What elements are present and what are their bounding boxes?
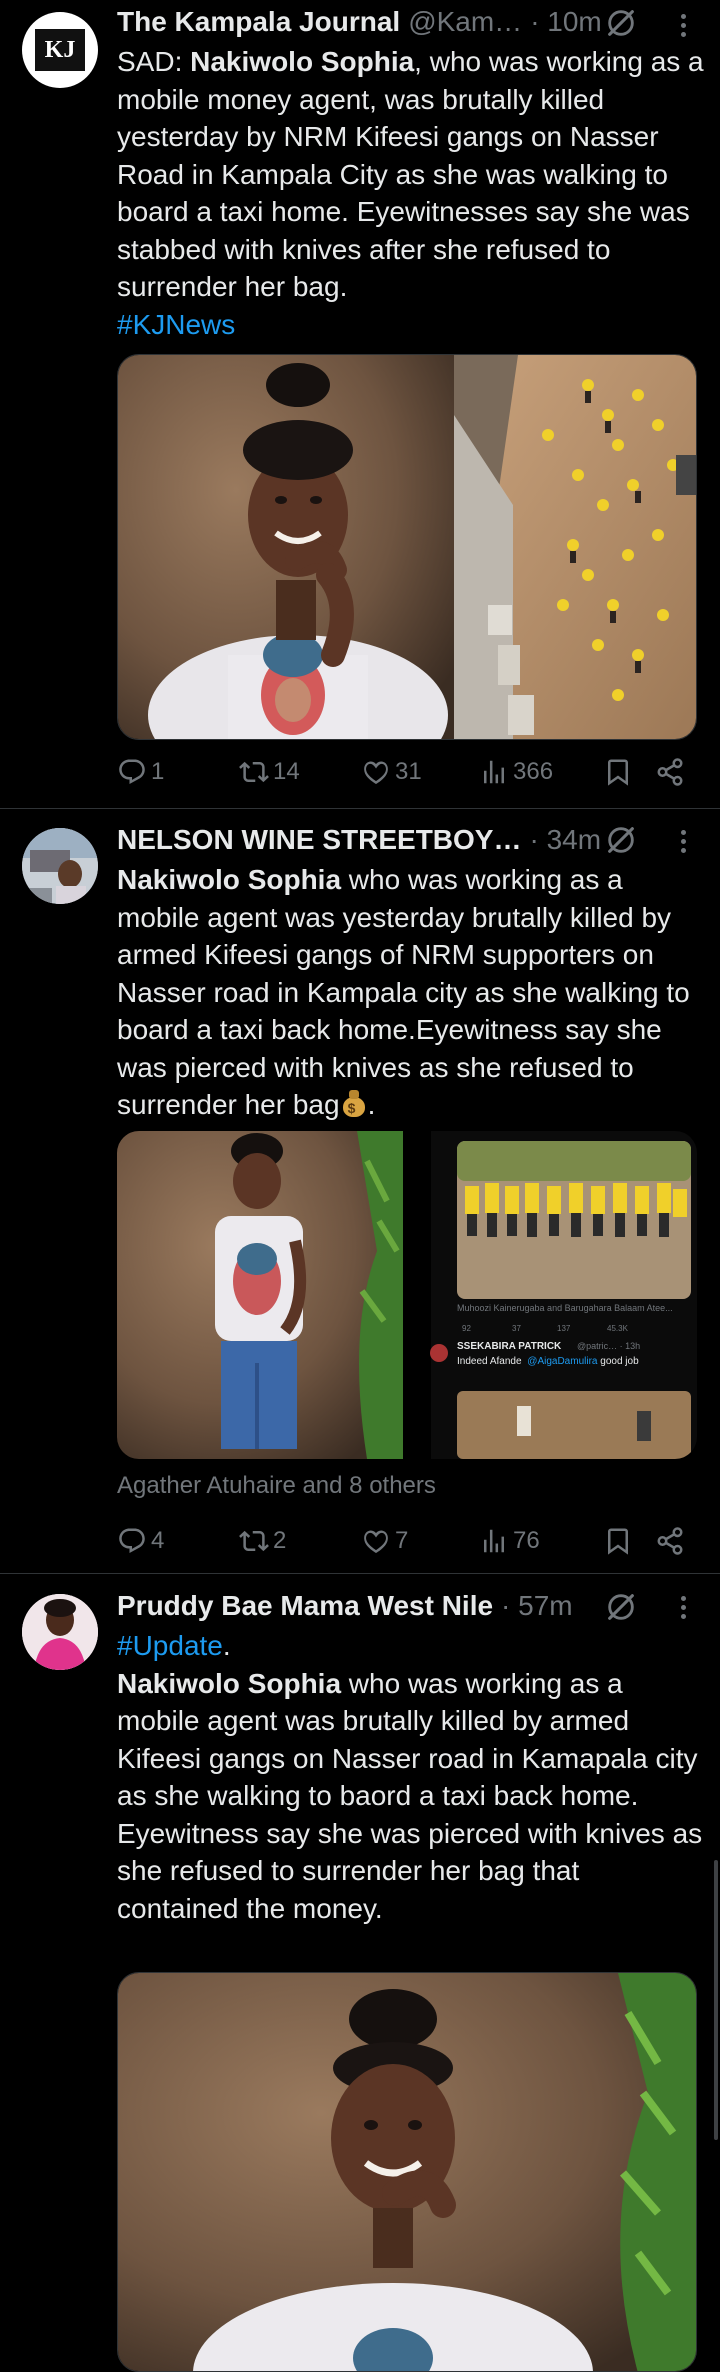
avatar[interactable]: KJ [22, 12, 98, 88]
more-options-icon[interactable] [668, 8, 698, 42]
embedded-stat: 92 [462, 1324, 471, 1333]
embedded-reply-handle: @patric… · 13h [577, 1341, 640, 1351]
tweet-media[interactable]: Muhoozi Kainerugaba and Barugahara Balaa… [117, 1131, 697, 1459]
heart-icon [361, 1526, 391, 1556]
street-crowd-photo [454, 355, 696, 739]
author-handle[interactable]: @Kam… [408, 6, 522, 38]
tweet-text: Nakiwolo Sophia who was working as a mob… [117, 864, 690, 1120]
views-button[interactable]: 366 [479, 752, 553, 792]
hashtag-link[interactable]: #KJNews [117, 309, 235, 340]
author-name[interactable]: Pruddy Bae Mama West Nile [117, 1590, 493, 1622]
media-photo [118, 1973, 696, 2371]
author-name[interactable]: The Kampala Journal [117, 6, 400, 38]
money-bag-emoji-icon: $ [340, 1090, 368, 1118]
hashtag-link[interactable]: #Update [117, 1630, 223, 1661]
bookmark-button[interactable] [603, 1521, 633, 1561]
user-photo-avatar-icon [22, 828, 98, 904]
grok-icon[interactable] [604, 823, 638, 857]
embedded-reply-mention: @AigaDamulira [527, 1356, 598, 1367]
repost-icon [239, 1526, 269, 1556]
embedded-screenshot: Muhoozi Kainerugaba and Barugahara Balaa… [430, 1131, 697, 1459]
more-options-icon[interactable] [668, 824, 698, 858]
svg-text:Indeed Afande @AigaD: Indeed Afande @AigaDamulira good job [457, 1356, 639, 1367]
timestamp[interactable]: · 34m [529, 824, 601, 856]
liked-by-text[interactable]: Agather Atuhaire and 8 others [117, 1472, 436, 1500]
avatar[interactable] [22, 828, 98, 904]
avatar[interactable] [22, 1594, 98, 1670]
tweet-actions: 4 2 7 76 [117, 1521, 697, 1561]
tweet-text: #Update. Nakiwolo Sophia who was working… [117, 1630, 703, 1924]
tweet-kampala-journal[interactable]: KJ The Kampala Journal @Kam… · 10m SAD: … [0, 0, 720, 808]
portrait-photo [118, 355, 454, 739]
scrollbar[interactable] [714, 1860, 718, 2140]
woman-pink-dress-avatar-icon [22, 1594, 98, 1670]
share-button[interactable] [655, 1521, 685, 1561]
tweet-actions: 1 14 31 366 [117, 752, 697, 792]
embedded-caption: Muhoozi Kainerugaba and Barugahara Balaa… [457, 1303, 673, 1313]
kampala-journal-logo-icon: KJ [35, 29, 85, 71]
bookmark-icon [603, 757, 633, 787]
tweet-media[interactable] [117, 1972, 697, 2372]
share-button[interactable] [655, 752, 685, 792]
tweet-nelson-wine[interactable]: NELSON WINE STREETBOY… · 34m Nakiwolo So… [0, 809, 720, 1573]
views-icon [479, 757, 509, 787]
bookmark-button[interactable] [603, 752, 633, 792]
reply-icon [117, 757, 147, 787]
tweet-header: NELSON WINE STREETBOY… · 34m [117, 820, 601, 860]
like-button[interactable]: 7 [361, 1521, 408, 1561]
tweet-header: Pruddy Bae Mama West Nile · 57m [117, 1586, 573, 1626]
embedded-reply-end: good job [600, 1356, 639, 1367]
grok-icon[interactable] [604, 6, 638, 40]
tweet-media[interactable] [117, 354, 697, 740]
timestamp[interactable]: · 10m [530, 6, 602, 38]
reply-button[interactable]: 4 [117, 1521, 164, 1561]
embedded-stat: 45.3K [607, 1324, 629, 1333]
bookmark-icon [603, 1526, 633, 1556]
share-icon [655, 1526, 685, 1556]
embedded-stat: 37 [512, 1324, 521, 1333]
views-icon [479, 1526, 509, 1556]
reply-button[interactable]: 1 [117, 752, 164, 792]
views-button[interactable]: 76 [479, 1521, 540, 1561]
timestamp[interactable]: · 57m [501, 1590, 573, 1622]
tweet-header: The Kampala Journal @Kam… · 10m [117, 2, 602, 42]
reply-icon [117, 1526, 147, 1556]
repost-button[interactable]: 14 [239, 752, 300, 792]
portrait-photo [117, 1131, 403, 1459]
grok-icon[interactable] [604, 1590, 638, 1624]
more-options-icon[interactable] [668, 1590, 698, 1624]
author-name[interactable]: NELSON WINE STREETBOY… [117, 824, 521, 856]
tweet-text: SAD: Nakiwolo Sophia, who was working as… [117, 46, 704, 340]
media-photos [118, 355, 696, 739]
portrait-photo [118, 1973, 696, 2371]
repost-button[interactable]: 2 [239, 1521, 286, 1561]
embedded-reply-text: Indeed Afande [457, 1356, 522, 1367]
repost-icon [239, 757, 269, 787]
share-icon [655, 757, 685, 787]
media-photos: Muhoozi Kainerugaba and Barugahara Balaa… [117, 1131, 697, 1459]
tweet-pruddy-bae[interactable]: Pruddy Bae Mama West Nile · 57m #Update.… [0, 1574, 720, 2372]
like-button[interactable]: 31 [361, 752, 422, 792]
embedded-stat: 137 [557, 1324, 571, 1333]
embedded-reply-name: SSEKABIRA PATRICK [457, 1341, 562, 1352]
heart-icon [361, 757, 391, 787]
